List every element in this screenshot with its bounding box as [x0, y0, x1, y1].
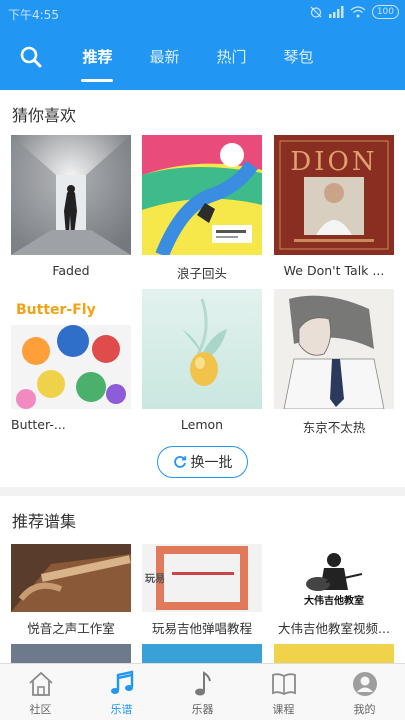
collection-title: 大伟吉他教室视频...	[278, 621, 390, 636]
song-title: Faded	[52, 263, 90, 278]
svg-text:DION: DION	[290, 147, 377, 177]
section-title: 推荐谱集	[12, 512, 77, 531]
svg-text:Butter-Fly: Butter-Fly	[16, 302, 96, 318]
search-button[interactable]	[18, 44, 44, 70]
house-icon	[28, 671, 53, 696]
tab-instrument-pack[interactable]: 琴包	[265, 36, 332, 80]
song-title: Butter-...	[11, 417, 66, 432]
tab-popular[interactable]: 热门	[198, 36, 265, 80]
song-title: We Don't Talk ...	[283, 263, 385, 278]
top-bar: 下午4:55 100 推荐 最新 热门 琴包	[0, 0, 405, 90]
album-cover	[11, 135, 131, 255]
nav-label: 课程	[272, 703, 295, 716]
album-cover: DION	[274, 135, 394, 255]
album-cover	[142, 135, 262, 255]
status-time: 下午4:55	[8, 8, 59, 22]
category-tabs: 推荐 最新 热门 琴包	[64, 36, 332, 82]
nav-instruments[interactable]: 乐器	[162, 664, 243, 720]
collection-cover: 玩易	[142, 544, 262, 612]
song-card-tokyo[interactable]: 东京不太热	[274, 289, 394, 436]
top-navigation: 推荐 最新 热门 琴包	[0, 36, 405, 82]
bottom-navigation: 社区 乐谱 乐器 课程 我的	[0, 663, 405, 720]
refresh-icon	[173, 456, 186, 468]
collection-card-partial[interactable]	[274, 644, 394, 664]
battery-indicator: 100	[371, 5, 399, 19]
alarm-icon	[310, 6, 322, 18]
nav-label: 乐谱	[110, 703, 133, 716]
collection-cover: 大伟吉他教室	[274, 544, 394, 612]
section-title: 猜你喜欢	[12, 106, 77, 125]
tab-recommend[interactable]: 推荐	[64, 36, 131, 82]
album-cover	[142, 289, 262, 409]
song-card-lemon[interactable]: Lemon	[142, 289, 262, 432]
tab-latest[interactable]: 最新	[131, 36, 198, 80]
guess-you-like-section: 猜你喜欢 Faded 浪子回头 DION We Don't Talk ... B…	[0, 90, 405, 487]
music-notes-icon	[110, 670, 133, 694]
song-card-faded[interactable]: Faded	[11, 135, 131, 278]
collection-card-yueyin[interactable]: 悦音之声工作室	[11, 544, 131, 637]
collection-title: 玩易吉他弹唱教程	[151, 621, 252, 636]
signal-icon	[328, 6, 344, 18]
song-title: 浪子回头	[176, 266, 227, 281]
collection-title: 悦音之声工作室	[27, 621, 115, 636]
nav-label: 我的	[353, 703, 376, 716]
nav-profile[interactable]: 我的	[324, 664, 405, 720]
refresh-label: 换一批	[190, 455, 233, 471]
collection-cover	[11, 544, 131, 612]
collection-card-wanyi[interactable]: 玩易 玩易吉他弹唱教程	[142, 544, 262, 637]
music-note-icon	[194, 671, 211, 696]
collection-card-partial[interactable]	[142, 644, 262, 664]
user-icon	[352, 672, 377, 696]
song-card-butterfly[interactable]: Butter-Fly Butter-...	[11, 289, 131, 432]
nav-community[interactable]: 社区	[0, 664, 81, 720]
wifi-icon	[350, 6, 366, 18]
search-icon	[20, 46, 42, 68]
nav-label: 社区	[29, 703, 52, 716]
nav-sheet-music[interactable]: 乐谱	[81, 664, 162, 720]
status-icons: 100	[310, 5, 399, 19]
svg-text:玩易: 玩易	[145, 573, 165, 585]
status-bar: 下午4:55 100	[0, 0, 405, 28]
nav-courses[interactable]: 课程	[243, 664, 324, 720]
app-screen: 下午4:55 100 推荐 最新 热门 琴包 猜你喜欢 Faded 浪子回头 D…	[0, 0, 405, 720]
album-cover	[274, 289, 394, 409]
refresh-button[interactable]: 换一批	[157, 446, 248, 478]
nav-label: 乐器	[191, 703, 214, 716]
song-card-langzi[interactable]: 浪子回头	[142, 135, 262, 282]
collection-card-partial[interactable]	[11, 644, 131, 664]
collection-card-dawei[interactable]: 大伟吉他教室 大伟吉他教室视频...	[274, 544, 394, 637]
book-icon	[271, 673, 296, 696]
album-cover: Butter-Fly	[11, 289, 131, 409]
song-title: Lemon	[180, 417, 224, 432]
song-title: 东京不太热	[302, 420, 366, 435]
song-card-we-dont-talk[interactable]: DION We Don't Talk ...	[274, 135, 394, 278]
svg-text:大伟吉他教室: 大伟吉他教室	[304, 594, 364, 607]
